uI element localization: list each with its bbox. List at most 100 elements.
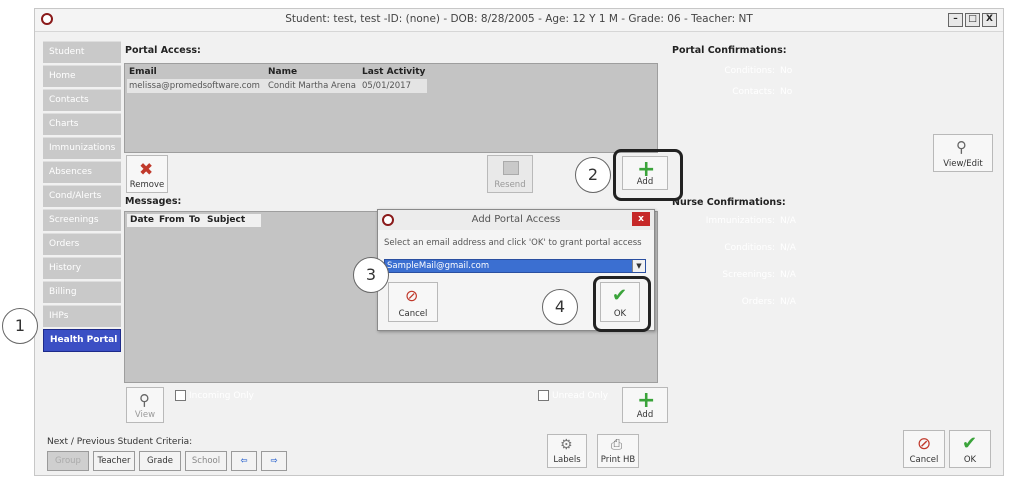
messages-header-row: Date From To Subject xyxy=(127,214,261,227)
printer-icon: ⎙ xyxy=(611,437,623,453)
col-subject: Subject xyxy=(207,215,246,225)
sidebar-item-ihps[interactable]: IHPs xyxy=(43,305,121,327)
remove-label: Remove xyxy=(129,180,165,190)
cancel-label: Cancel xyxy=(909,455,939,465)
add-portal-access-dialog: Add Portal Access x Select an email addr… xyxy=(377,209,655,332)
callout-1: 1 xyxy=(2,308,38,344)
conditions-value: No xyxy=(780,66,793,76)
unread-only-checkbox[interactable]: Unread Only xyxy=(538,390,608,401)
add-message-button[interactable]: + Add xyxy=(622,387,668,423)
sidebar-item-health-portal[interactable]: Health Portal xyxy=(43,329,121,352)
footer-criteria-label: Next / Previous Student Criteria: xyxy=(47,437,193,447)
window-title: Student: test, test -ID: (none) - DOB: 8… xyxy=(285,13,753,25)
unread-only-label: Unread Only xyxy=(552,391,609,401)
sidebar-item-home[interactable]: Home xyxy=(43,65,121,87)
key-icon: ⚲ xyxy=(956,138,967,156)
sidebar-item-student[interactable]: Student xyxy=(43,41,121,63)
sidebar-item-billing[interactable]: Billing xyxy=(43,281,121,303)
portal-access-header: Portal Access: xyxy=(125,45,201,56)
title-bar: Student: test, test -ID: (none) - DOB: 8… xyxy=(35,9,1003,32)
ok-button[interactable]: ✔ OK xyxy=(949,430,991,468)
incoming-only-label: Incoming Only xyxy=(189,391,254,401)
sidebar-item-orders[interactable]: Orders xyxy=(43,233,121,255)
sidebar-item-cond-alerts[interactable]: Cond/Alerts xyxy=(43,185,121,207)
resend-label: Resend xyxy=(494,180,526,190)
teacher-button[interactable]: Teacher xyxy=(93,451,135,471)
checkmark-icon: ✔ xyxy=(962,433,978,454)
dialog-instruction: Select an email address and click 'OK' t… xyxy=(384,238,642,248)
incoming-checkbox-box[interactable] xyxy=(175,390,186,401)
unread-checkbox-box[interactable] xyxy=(538,390,549,401)
email-select-value: SampleMail@gmail.com xyxy=(387,261,490,271)
view-edit-button[interactable]: ⚲ View/Edit xyxy=(933,134,993,172)
conditions-label: Conditions: xyxy=(724,66,775,76)
contacts-value: No xyxy=(780,87,793,97)
nurse-confirmations-header: Nurse Confirmations: xyxy=(672,197,786,208)
print-hb-label: Print HB xyxy=(600,455,636,465)
sidebar-item-screenings[interactable]: Screenings xyxy=(43,209,121,231)
student-window: Student: test, test -ID: (none) - DOB: 8… xyxy=(34,8,1004,476)
messages-header: Messages: xyxy=(125,196,182,207)
orders-value: N/A xyxy=(780,297,796,307)
close-button[interactable]: X xyxy=(982,13,997,27)
add-portal-button[interactable]: + Add xyxy=(622,156,668,190)
callout-2: 2 xyxy=(575,157,611,193)
add-label: Add xyxy=(636,177,654,187)
dialog-titlebar: Add Portal Access x xyxy=(378,210,654,230)
sidebar-item-history[interactable]: History xyxy=(43,257,121,279)
checkmark-icon: ✔ xyxy=(612,285,628,306)
screenings-label: Screenings: xyxy=(722,270,775,280)
next-arrow-icon[interactable]: ⇨ xyxy=(261,451,287,471)
col-to: To xyxy=(189,215,201,225)
col-email: Email xyxy=(129,67,157,77)
dialog-cancel-button[interactable]: ⊘ Cancel xyxy=(388,282,438,322)
contacts-label: Contacts: xyxy=(732,87,775,97)
maximize-button[interactable]: □ xyxy=(965,13,980,27)
previous-arrow-icon[interactable]: ⇦ xyxy=(231,451,257,471)
remove-button[interactable]: ✖ Remove xyxy=(126,155,168,193)
nurse-conditions-label: Conditions: xyxy=(724,243,775,253)
col-from: From xyxy=(159,215,185,225)
dialog-ok-button[interactable]: ✔ OK xyxy=(600,282,640,322)
school-button[interactable]: School xyxy=(185,451,227,471)
view-button[interactable]: ⚲ View xyxy=(126,387,164,423)
labels-icon: ⚙ xyxy=(560,437,573,453)
callout-4: 4 xyxy=(542,289,578,325)
labels-label: Labels xyxy=(553,455,581,465)
resend-button[interactable]: Resend xyxy=(487,155,533,193)
portal-access-table: Email Name Last Activity melissa@promeds… xyxy=(124,63,658,153)
dialog-title: Add Portal Access xyxy=(471,214,561,225)
cancel-icon: ⊘ xyxy=(917,434,932,454)
screenings-value: N/A xyxy=(780,270,796,280)
view-label: View xyxy=(134,410,156,420)
dialog-cancel-label: Cancel xyxy=(398,309,428,319)
row-email: melissa@promedsoftware.com xyxy=(129,81,260,91)
sidebar-item-contacts[interactable]: Contacts xyxy=(43,89,121,111)
row-name: Condit Martha Arena xyxy=(268,81,356,91)
callout-3: 3 xyxy=(353,257,389,293)
grade-button[interactable]: Grade xyxy=(139,451,181,471)
magnifier-icon: ⚲ xyxy=(139,391,150,409)
table-row[interactable]: melissa@promedsoftware.com Condit Martha… xyxy=(127,79,427,93)
sidebar-item-absences[interactable]: Absences xyxy=(43,161,121,183)
sidebar-item-charts[interactable]: Charts xyxy=(43,113,121,135)
email-select[interactable]: SampleMail@gmail.com ▼ xyxy=(384,259,646,273)
group-button[interactable]: Group xyxy=(47,451,89,471)
dialog-close-button[interactable]: x xyxy=(632,212,650,226)
add-message-label: Add xyxy=(636,410,654,420)
labels-button[interactable]: ⚙ Labels xyxy=(547,434,587,468)
immunizations-label: Immunizations: xyxy=(705,216,775,226)
cancel-icon: ⊘ xyxy=(405,286,419,305)
print-hb-button[interactable]: ⎙ Print HB xyxy=(597,434,639,468)
incoming-only-checkbox[interactable]: Incoming Only xyxy=(175,390,254,401)
col-name: Name xyxy=(268,67,298,77)
sidebar-item-immunizations[interactable]: Immunizations xyxy=(43,137,121,159)
immunizations-value: N/A xyxy=(780,216,796,226)
col-date: Date xyxy=(130,215,154,225)
ok-label: OK xyxy=(963,455,977,465)
chevron-down-icon[interactable]: ▼ xyxy=(632,260,645,272)
footer-criteria-buttons: Group Teacher Grade School ⇦ ⇨ xyxy=(47,451,287,471)
orders-label: Orders: xyxy=(741,297,775,307)
minimize-button[interactable]: – xyxy=(948,13,963,27)
cancel-button[interactable]: ⊘ Cancel xyxy=(903,430,945,468)
